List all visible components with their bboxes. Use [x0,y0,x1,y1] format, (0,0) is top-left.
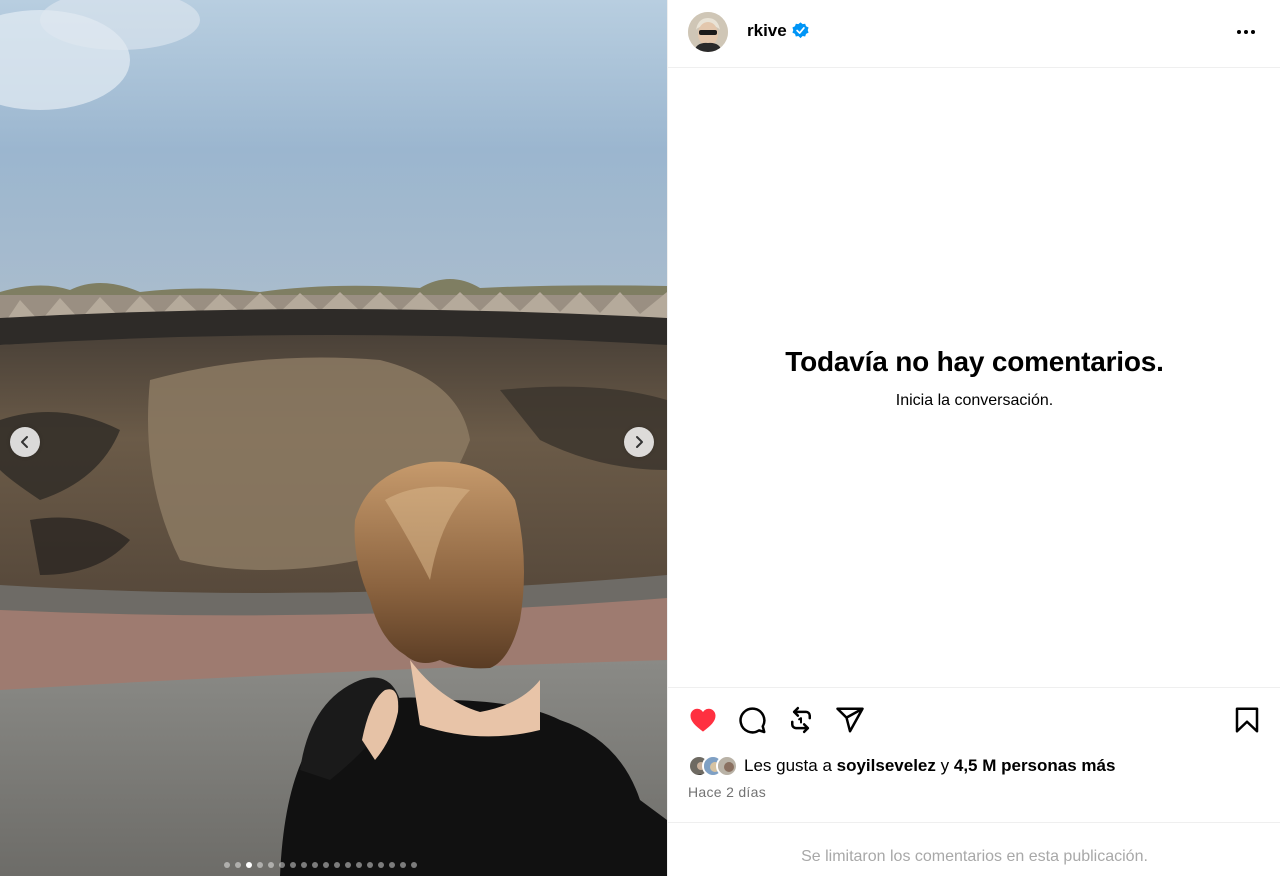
comments-footer: Se limitaron los comentarios en esta pub… [668,822,1280,876]
verified-badge-icon [792,22,809,39]
carousel-dot [367,862,373,868]
carousel-dot [334,862,340,868]
carousel-dot [323,862,329,868]
carousel-dot [301,862,307,868]
avatar-image [688,12,728,52]
comment-button[interactable] [737,705,767,735]
carousel-dot [345,862,351,868]
repost-icon [791,706,811,734]
likes-prefix: Les gusta a [744,756,832,775]
no-comments-title: Todavía no hay comentarios. [785,346,1164,377]
carousel-dot [268,862,274,868]
post-panel: rkive Todavía no hay comentarios. Inicia… [667,0,1280,876]
more-horizontal-icon [1237,30,1255,34]
carousel-dot [389,862,395,868]
likes-summary: Les gusta a soyilsevelez y 4,5 M persona… [688,754,1115,778]
share-button[interactable] [835,705,865,735]
carousel-dot [400,862,406,868]
carousel-dot [378,862,384,868]
liker-username[interactable]: soyilsevelez [837,756,936,775]
likes-count-link[interactable]: 4,5 M personas más [954,756,1116,775]
repost-button[interactable] [786,705,816,735]
save-button[interactable] [1232,705,1262,735]
liker-avatar [716,755,738,777]
likes-connector: y [940,756,950,775]
carousel-dot [224,862,230,868]
post-media[interactable] [0,0,667,876]
carousel-dot [235,862,241,868]
avatar[interactable] [688,12,728,52]
carousel-dot [257,862,263,868]
post-timestamp[interactable]: Hace 2 días [688,784,766,800]
previous-image-button[interactable] [10,427,40,457]
carousel-dot [411,862,417,868]
carousel-dot [246,862,252,868]
post-header: rkive [668,0,1280,68]
post-actions: Les gusta a soyilsevelez y 4,5 M persona… [668,687,1280,822]
comment-icon [739,707,766,734]
chevron-left-icon [21,436,28,448]
heart-filled-icon [690,708,716,732]
like-button[interactable] [688,705,718,735]
carousel-dot [290,862,296,868]
carousel-dot [356,862,362,868]
chevron-right-icon [636,436,643,448]
username[interactable]: rkive [747,21,787,41]
bookmark-icon [1235,707,1259,733]
likes-text: Les gusta a soyilsevelez y 4,5 M persona… [744,756,1115,776]
carousel-dot [279,862,285,868]
post-photo [0,0,667,876]
carousel-indicator [224,862,417,868]
more-options-button[interactable] [1234,20,1258,44]
next-image-button[interactable] [624,427,654,457]
limited-comments-notice: Se limitaron los comentarios en esta pub… [801,848,1148,865]
send-icon [836,707,864,733]
carousel-dot [312,862,318,868]
no-comments-subtitle: Inicia la conversación. [895,392,1054,409]
